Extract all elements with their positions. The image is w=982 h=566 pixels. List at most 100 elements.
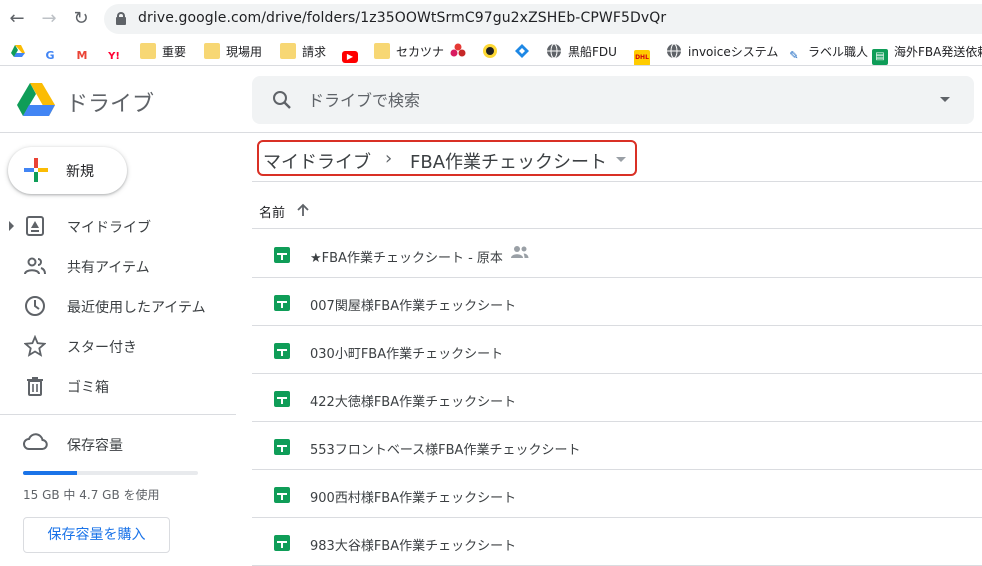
sheets-icon: [274, 295, 290, 311]
star-icon: [24, 335, 46, 357]
new-button-label: 新規: [66, 164, 94, 180]
storage-bar: [23, 471, 198, 475]
bookmark-google-drive[interactable]: [10, 43, 32, 61]
trash-icon: [27, 377, 43, 396]
flower-icon: [450, 43, 466, 57]
shared-people-icon: [24, 257, 46, 275]
sort-arrow-up-icon[interactable]: [296, 203, 310, 217]
new-button[interactable]: 新規: [8, 147, 127, 194]
bookmark-dhl[interactable]: DHL: [634, 43, 656, 65]
bookmark-yamato[interactable]: [482, 43, 504, 61]
search-icon[interactable]: [272, 90, 292, 110]
breadcrumb-root[interactable]: マイドライブ: [263, 148, 371, 174]
clock-icon: [25, 296, 45, 316]
drive-header: ドライブ: [0, 66, 982, 133]
bookmark-gmail[interactable]: M: [74, 43, 96, 62]
bookmark-flower[interactable]: [450, 43, 472, 61]
search-box[interactable]: [252, 76, 974, 124]
file-name: 422大徳様FBA作業チェックシート: [310, 395, 517, 410]
sidebar-item-my-drive[interactable]: マイドライブ: [0, 210, 236, 242]
label-icon: ✎: [789, 49, 799, 62]
url-text[interactable]: drive.google.com/drive/folders/1z35OOWtS…: [138, 10, 666, 26]
globe-icon: [667, 43, 681, 59]
folder-icon: [374, 43, 390, 59]
bookmark-folder-important[interactable]: 重要: [140, 43, 186, 61]
sheets-icon: [274, 343, 290, 359]
globe-icon: [547, 43, 561, 59]
file-name: 553フロントベース様FBA作業チェックシート: [310, 443, 581, 458]
sidebar-item-shared[interactable]: 共有アイテム: [0, 250, 236, 282]
yahoo-icon: Y!: [108, 51, 120, 62]
sheets-icon: [274, 535, 290, 551]
folder-icon: [140, 43, 156, 59]
file-row[interactable]: 900西村様FBA作業チェックシート: [252, 470, 982, 518]
sheets-icon: ▤: [872, 49, 888, 65]
forward-icon[interactable]: →: [38, 8, 60, 30]
file-name: 007関屋様FBA作業チェックシート: [310, 299, 517, 314]
bookmark-kurofune[interactable]: 黒船FDU: [546, 43, 617, 61]
column-name[interactable]: 名前: [259, 202, 285, 221]
bookmark-yahoo[interactable]: Y!: [106, 43, 128, 62]
search-options-icon[interactable]: [940, 97, 950, 102]
file-row[interactable]: ★FBA作業チェックシート - 原本: [252, 230, 982, 278]
storage-title: 保存容量: [67, 438, 123, 454]
bookmark-folder-billing[interactable]: 請求: [280, 43, 326, 61]
google-drive-icon: [11, 45, 25, 57]
my-drive-icon: [26, 216, 44, 236]
sheets-icon: [274, 247, 290, 263]
folder-menu-icon[interactable]: [616, 157, 626, 162]
bookmark-diamond[interactable]: [514, 43, 536, 61]
address-bar[interactable]: drive.google.com/drive/folders/1z35OOWtS…: [104, 4, 982, 34]
drive-brand: ドライブ: [66, 92, 155, 117]
file-row[interactable]: 553フロントベース様FBA作業チェックシート: [252, 422, 982, 470]
bookmark-invoice[interactable]: invoiceシステム: [666, 43, 778, 61]
file-name: ★FBA作業チェックシート - 原本: [310, 251, 503, 266]
sidebar-item-starred[interactable]: スター付き: [0, 330, 236, 362]
file-name: 030小町FBA作業チェックシート: [310, 347, 504, 362]
yamato-icon: [483, 44, 497, 58]
file-row[interactable]: 422大徳様FBA作業チェックシート: [252, 374, 982, 422]
bookmark-youtube[interactable]: ▶: [342, 43, 364, 63]
folder-icon: [204, 43, 220, 59]
reload-icon[interactable]: ↻: [70, 8, 92, 30]
breadcrumb-current[interactable]: FBA作業チェックシート: [410, 148, 607, 174]
file-name: 900西村様FBA作業チェックシート: [310, 491, 517, 506]
storage-usage-text: 15 GB 中 4.7 GB を使用: [23, 488, 160, 502]
sheets-icon: [274, 391, 290, 407]
search-input[interactable]: [308, 88, 908, 112]
bookmark-folder-sekatsuna[interactable]: セカツナ: [374, 43, 444, 61]
lock-icon: [116, 12, 126, 25]
diamond-icon: [515, 44, 529, 58]
buy-storage-button[interactable]: 保存容量を購入: [23, 517, 170, 553]
storage-bar-fill: [23, 471, 78, 475]
expand-arrow-icon[interactable]: [9, 221, 14, 231]
bookmark-label-shokunin[interactable]: ✎ ラベル職人: [786, 43, 868, 62]
file-row[interactable]: 983大谷様FBA作業チェックシート: [252, 518, 982, 566]
dhl-icon: DHL: [634, 50, 650, 65]
drive-logo-icon[interactable]: [17, 83, 55, 117]
google-icon: G: [45, 49, 55, 62]
youtube-icon: ▶: [342, 51, 358, 63]
file-row[interactable]: 030小町FBA作業チェックシート: [252, 326, 982, 374]
sidebar-item-recent[interactable]: 最近使用したアイテム: [0, 290, 236, 322]
gmail-icon: M: [76, 49, 88, 62]
breadcrumb: マイドライブ › FBA作業チェックシート: [257, 140, 637, 176]
file-row[interactable]: 007関屋様FBA作業チェックシート: [252, 278, 982, 326]
folder-icon: [280, 43, 296, 59]
cloud-icon: [23, 433, 48, 450]
bookmark-folder-site[interactable]: 現場用: [204, 43, 262, 61]
bookmark-google[interactable]: G: [42, 43, 64, 62]
sheets-icon: [274, 439, 290, 455]
back-icon[interactable]: ←: [6, 8, 28, 30]
browser-toolbar: ← → ↻ drive.google.com/drive/folders/1z3…: [0, 0, 982, 38]
sidebar-item-trash[interactable]: ゴミ箱: [0, 370, 236, 402]
chevron-right-icon: ›: [385, 148, 393, 169]
file-name: 983大谷様FBA作業チェックシート: [310, 539, 517, 554]
sidebar-divider: [0, 414, 236, 415]
bookmark-fba-request[interactable]: ▤ 海外FBA発送依頼: [872, 43, 982, 65]
file-list-header: 名前: [252, 181, 982, 229]
sheets-icon: [274, 487, 290, 503]
bookmarks-bar: G M Y! 重要 現場用 請求 ▶ セカツナ 黒船FDU DHL invoic…: [0, 38, 982, 66]
shared-people-icon: [511, 246, 529, 258]
plus-icon: [24, 158, 48, 182]
